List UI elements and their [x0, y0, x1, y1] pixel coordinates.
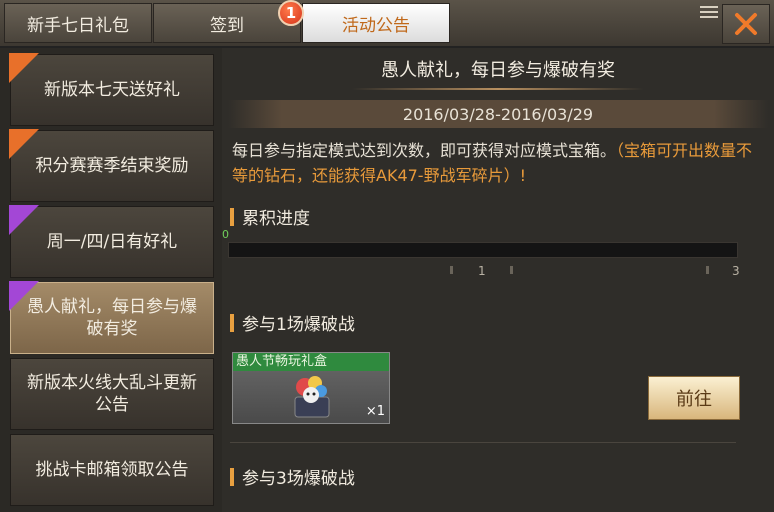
progress-tick-label: 1	[478, 264, 486, 278]
reward-card[interactable]: 愚人节畅玩礼盒 ×1	[232, 352, 390, 424]
title-underline	[352, 88, 644, 90]
task-header: 参与1场爆破战	[230, 310, 355, 335]
sidebar-item-weekday-gift[interactable]: 周一/四/日有好礼	[9, 205, 214, 278]
gift-box-icon	[294, 376, 330, 418]
description-text: 每日参与指定模式达到次数，即可获得对应模式宝箱。	[232, 141, 617, 160]
task-header: 参与3场爆破战	[230, 464, 355, 489]
task-label: 参与1场爆破战	[242, 315, 355, 335]
progress-tick-mark	[510, 266, 513, 274]
sidebar-item-update-notice[interactable]: 新版本火线大乱斗更新公告	[10, 358, 214, 430]
progress-tick-mark	[706, 266, 709, 274]
sidebar-item-season-reward[interactable]: 积分赛赛季结束奖励	[9, 129, 214, 202]
section-bar-icon	[230, 207, 234, 226]
tab-announcements[interactable]: 活动公告	[302, 3, 450, 43]
section-bar-icon	[230, 467, 234, 486]
tab-bar: 新手七日礼包 签到 活动公告 1	[0, 0, 774, 48]
reward-quantity: ×1	[365, 404, 385, 419]
hot-tag-icon	[9, 129, 39, 159]
sidebar-item-challenge-card[interactable]: 挑战卡邮箱领取公告	[10, 434, 214, 506]
sidebar: 新版本七天送好礼 积分赛赛季结束奖励 周一/四/日有好礼 愚人献礼，每日参与爆破…	[0, 48, 222, 512]
hot-tag-icon	[9, 53, 39, 83]
sidebar-item-label: 积分赛赛季结束奖励	[35, 156, 189, 176]
progress-bar	[228, 242, 738, 258]
limited-tag-icon	[9, 281, 39, 311]
sidebar-item-label: 挑战卡邮箱领取公告	[35, 460, 189, 480]
progress-tick-mark	[450, 266, 453, 274]
sidebar-item-april-fools[interactable]: 愚人献礼，每日参与爆破有奖	[9, 281, 214, 354]
sidebar-item-label: 新版本火线大乱斗更新公告	[27, 373, 197, 415]
main-panel: 愚人献礼，每日参与爆破有奖 2016/03/28-2016/03/29 每日参与…	[222, 48, 774, 512]
tab-newbie-gift[interactable]: 新手七日礼包	[4, 3, 152, 43]
menu-icon[interactable]	[700, 6, 718, 20]
divider	[230, 442, 736, 443]
progress-section-header: 累积进度	[230, 204, 310, 229]
sidebar-item-seven-day-gift[interactable]: 新版本七天送好礼	[9, 53, 214, 126]
reward-name: 愚人节畅玩礼盒	[233, 353, 389, 371]
sidebar-item-label: 新版本七天送好礼	[44, 80, 180, 100]
progress-start-value: 0	[222, 228, 229, 241]
close-icon	[735, 13, 757, 35]
date-range: 2016/03/28-2016/03/29	[228, 100, 768, 128]
close-button[interactable]	[722, 4, 770, 44]
limited-tag-icon	[9, 205, 39, 235]
go-button[interactable]: 前往	[648, 376, 740, 420]
event-description: 每日参与指定模式达到次数，即可获得对应模式宝箱。（宝箱可开出数量不等的钻石，还能…	[232, 138, 762, 188]
section-bar-icon	[230, 313, 234, 332]
page-title: 愚人献礼，每日参与爆破有奖	[381, 60, 615, 81]
progress-tick-label: 3	[732, 264, 740, 278]
progress-label: 累积进度	[242, 209, 310, 229]
notification-badge: 1	[278, 0, 304, 26]
task-label: 参与3场爆破战	[242, 469, 355, 489]
sidebar-item-label: 周一/四/日有好礼	[46, 232, 178, 252]
sidebar-item-label: 愚人献礼，每日参与爆破有奖	[27, 297, 197, 339]
